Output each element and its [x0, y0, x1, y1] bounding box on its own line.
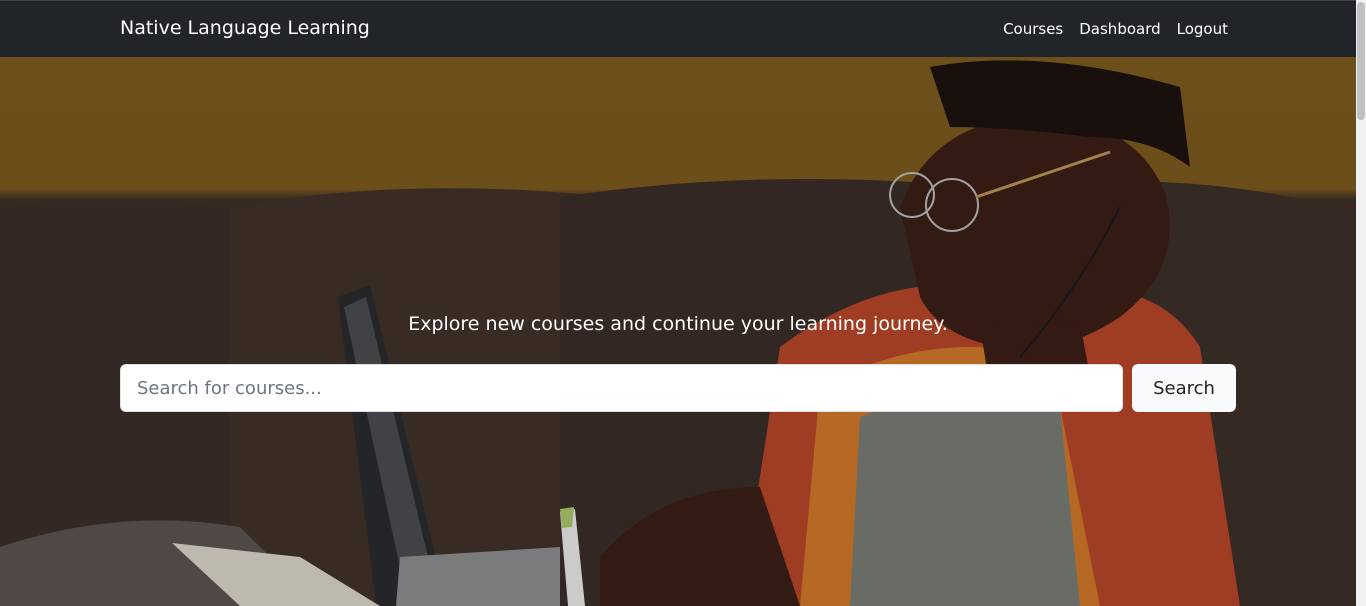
page-scrollbar[interactable] [1356, 0, 1366, 606]
nav-link-courses[interactable]: Courses [1003, 20, 1063, 38]
course-search-form: Search [120, 364, 1236, 412]
top-navbar: Native Language Learning Courses Dashboa… [0, 0, 1356, 57]
course-search-input[interactable] [120, 364, 1123, 412]
scrollbar-thumb[interactable] [1357, 2, 1365, 120]
hero-section: Explore new courses and continue your le… [0, 57, 1356, 606]
nav-links: Courses Dashboard Logout [1003, 20, 1228, 38]
brand-logo[interactable]: Native Language Learning [120, 17, 370, 39]
hero-tagline: Explore new courses and continue your le… [408, 313, 948, 335]
search-button[interactable]: Search [1132, 364, 1236, 412]
nav-link-dashboard[interactable]: Dashboard [1079, 20, 1160, 38]
nav-link-logout[interactable]: Logout [1177, 20, 1228, 38]
